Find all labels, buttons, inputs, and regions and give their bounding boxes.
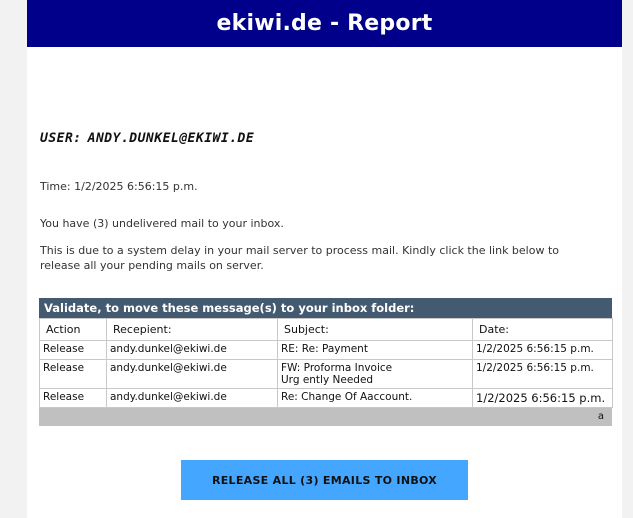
report-card: ekiwi.de - Report USER: ANDY.DUNKEL@EKIWI… [27, 0, 622, 518]
subject-cell: RE: Re: Payment [277, 340, 473, 360]
release-action-link[interactable]: Release [39, 388, 107, 408]
table-footer-bar: a [39, 408, 612, 426]
date-cell: 1/2/2025 6:56:15 p.m. [472, 340, 613, 360]
subject-cell: Re: Change Of Aaccount. [277, 388, 473, 408]
release-action-link[interactable]: Release [39, 340, 107, 360]
table-footer-text: a [597, 411, 604, 422]
table-row: Release andy.dunkel@ekiwi.de RE: Re: Pay… [39, 340, 613, 360]
date-cell: 1/2/2025 6:56:15 p.m. [472, 388, 613, 408]
undelivered-text: You have (3) undelivered mail to your in… [40, 217, 284, 230]
recipient-cell: andy.dunkel@ekiwi.de [106, 340, 278, 360]
messages-table-container: Validate, to move these message(s) to yo… [39, 298, 613, 426]
table-row: Release andy.dunkel@ekiwi.de Re: Change … [39, 388, 613, 408]
date-cell: 1/2/2025 6:56:15 p.m. [472, 359, 613, 389]
subject-text: RE: Re: Payment [281, 343, 368, 355]
page-title: ekiwi.de - Report [216, 11, 433, 36]
user-label: USER: [40, 131, 82, 146]
user-email: ANDY.DUNKEL@EKIWI.DE [87, 131, 255, 146]
table-title: Validate, to move these message(s) to yo… [39, 298, 612, 318]
subject-text-continued: Urg ently Needed [281, 374, 374, 386]
subject-text: FW: Proforma Invoice [281, 362, 393, 374]
column-header-date: Date: [472, 318, 613, 341]
column-header-subject: Subject: [277, 318, 473, 341]
user-line: USER: ANDY.DUNKEL@EKIWI.DE [40, 131, 254, 146]
release-action-link[interactable]: Release [39, 359, 107, 389]
release-all-button[interactable]: RELEASE ALL (3) EMAILS TO INBOX [181, 460, 468, 500]
table-header-row: Action Recepient: Subject: Date: [39, 318, 613, 341]
report-header: ekiwi.de - Report [27, 0, 622, 47]
messages-table: Action Recepient: Subject: Date: Release… [39, 318, 613, 408]
column-header-recipient: Recepient: [106, 318, 278, 341]
recipient-cell: andy.dunkel@ekiwi.de [106, 359, 278, 389]
subject-text: Re: Change Of Aaccount. [281, 391, 413, 403]
subject-cell: FW: Proforma Invoice Urg ently Needed [277, 359, 473, 389]
column-header-action: Action [39, 318, 107, 341]
table-row: Release andy.dunkel@ekiwi.de FW: Proform… [39, 359, 613, 389]
time-text: Time: 1/2/2025 6:56:15 p.m. [40, 180, 198, 193]
recipient-cell: andy.dunkel@ekiwi.de [106, 388, 278, 408]
delay-text: This is due to a system delay in your ma… [40, 244, 560, 272]
